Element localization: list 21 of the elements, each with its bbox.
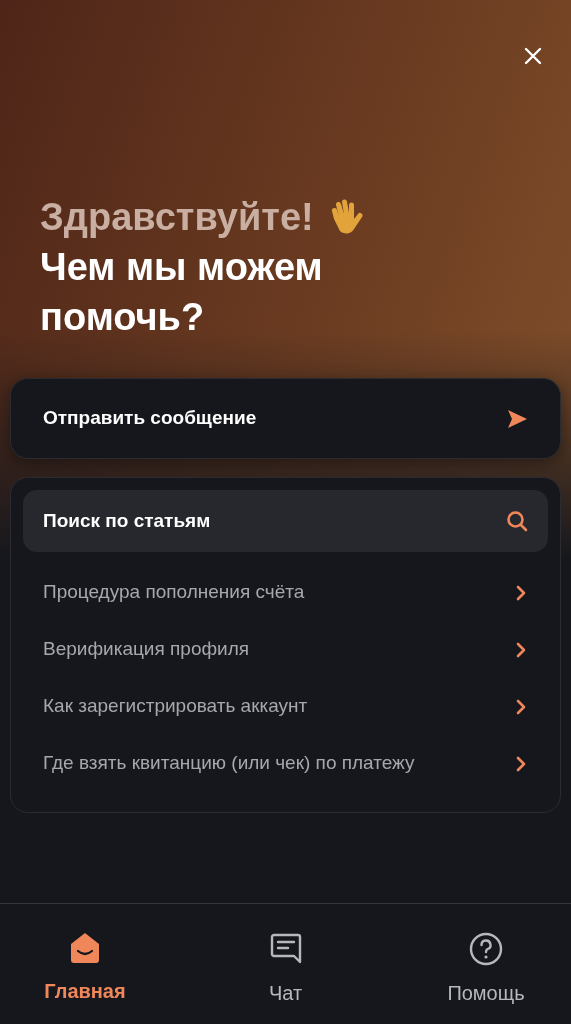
chevron-right-icon — [516, 755, 526, 772]
article-link[interactable]: Как зарегистрировать аккаунт — [23, 678, 548, 735]
close-icon — [524, 47, 542, 65]
heading: Чем мы можем помочь? — [40, 245, 324, 340]
nav-tab[interactable]: Главная — [30, 932, 140, 1006]
search-field[interactable]: Поиск по статьям — [23, 490, 548, 552]
send-message-button[interactable]: Отправить сообщение — [10, 378, 561, 459]
chat-icon — [268, 932, 303, 966]
send-icon — [506, 407, 528, 430]
chevron-right-icon — [516, 698, 526, 715]
nav-tab[interactable]: Чат — [230, 932, 341, 1008]
help-icon — [469, 932, 503, 966]
home-icon — [68, 932, 102, 964]
chevron-right-icon — [516, 584, 526, 601]
chevron-right-icon — [516, 641, 526, 658]
search-icon — [506, 510, 528, 532]
greeting: Здравствуйте! — [40, 195, 314, 240]
article-link[interactable]: Верификация профиля — [23, 621, 548, 678]
nav-tab[interactable]: Помощь — [431, 932, 541, 1008]
article-link[interactable]: Где взять квитанцию (или чек) по платежу — [23, 735, 548, 792]
article-link[interactable]: Процедура пополнения счёта — [23, 564, 548, 621]
